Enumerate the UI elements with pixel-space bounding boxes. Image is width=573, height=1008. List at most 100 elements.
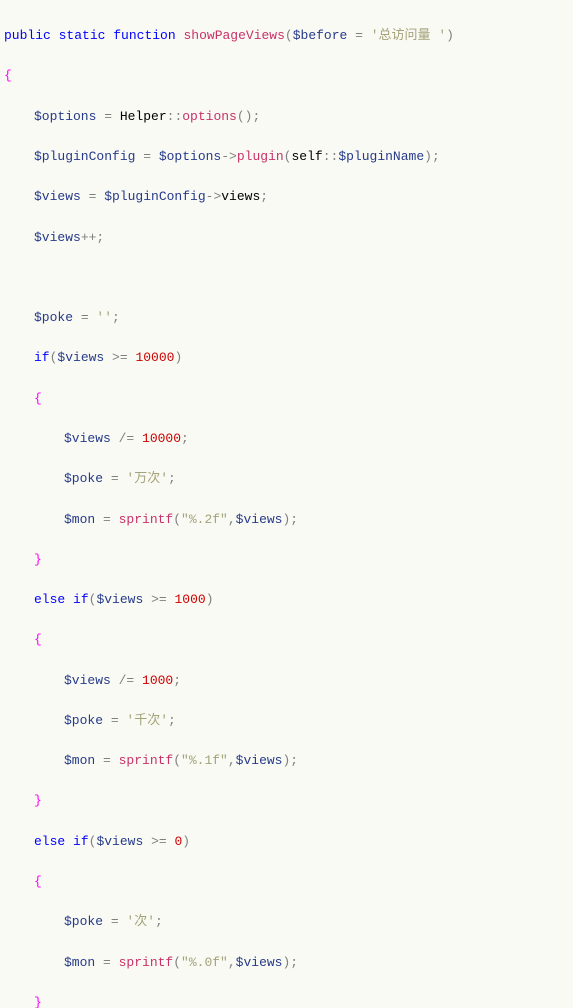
keyword-else: else [34, 834, 65, 849]
code-line: $options = Helper::options(); [4, 107, 569, 127]
brace: { [34, 632, 42, 647]
operator: /= [111, 673, 142, 688]
code-line: else if($views >= 1000) [4, 590, 569, 610]
brace: } [34, 552, 42, 567]
variable: $options [159, 149, 221, 164]
variable: $poke [64, 471, 103, 486]
code-line: public static function showPageViews($be… [4, 26, 569, 46]
code-line: $mon = sprintf("%.1f",$views); [4, 751, 569, 771]
operator: >= [143, 834, 174, 849]
comma: , [228, 955, 236, 970]
paren: ) [446, 28, 454, 43]
operator: -> [221, 149, 237, 164]
brace: { [34, 874, 42, 889]
variable: $views [96, 592, 143, 607]
keyword-if: if [73, 834, 89, 849]
variable: $mon [64, 512, 95, 527]
code-line: $poke = '万次'; [4, 469, 569, 489]
code-line: } [4, 550, 569, 570]
operator: >= [104, 350, 135, 365]
variable: $views [236, 955, 283, 970]
variable: $poke [64, 914, 103, 929]
string: "%.0f" [181, 955, 228, 970]
paren: ) [182, 834, 190, 849]
brace: } [34, 995, 42, 1008]
code-line: { [4, 872, 569, 892]
paren: ) [206, 592, 214, 607]
paren: ( [89, 834, 97, 849]
brace: } [34, 793, 42, 808]
operator: = [95, 955, 118, 970]
number: 1000 [142, 673, 173, 688]
method: plugin [237, 149, 284, 164]
string: '总访问量 ' [371, 28, 446, 43]
paren: ( [89, 592, 97, 607]
operator: = [135, 149, 158, 164]
code-line: if($views >= 10000) [4, 348, 569, 368]
string: '' [96, 310, 112, 325]
variable: $views [34, 189, 81, 204]
operator: = [103, 713, 126, 728]
operator: = [103, 914, 126, 929]
code-line: $poke = '千次'; [4, 711, 569, 731]
keyword-static: static [59, 28, 106, 43]
brace: { [4, 68, 12, 83]
semicolon: ; [155, 914, 163, 929]
operator: = [73, 310, 96, 325]
semicolon: ; [168, 471, 176, 486]
semicolon: ; [181, 431, 189, 446]
code-line-blank [4, 268, 569, 288]
code-line: { [4, 389, 569, 409]
variable: $views [34, 230, 81, 245]
paren: ); [424, 149, 440, 164]
brace: { [34, 391, 42, 406]
variable: $mon [64, 753, 95, 768]
function: sprintf [119, 512, 174, 527]
operator: = [96, 109, 119, 124]
semicolon: ; [173, 673, 181, 688]
code-line: $views /= 1000; [4, 671, 569, 691]
keyword-if: if [34, 350, 50, 365]
function: sprintf [119, 753, 174, 768]
keyword-function: function [113, 28, 175, 43]
operator: :: [167, 109, 183, 124]
string: "%.1f" [181, 753, 228, 768]
code-line: $poke = ''; [4, 308, 569, 328]
operator: -> [206, 189, 222, 204]
keyword-else: else [34, 592, 65, 607]
class: self [291, 149, 322, 164]
variable: $poke [64, 713, 103, 728]
variable: $views [64, 431, 111, 446]
operator: ++; [81, 230, 104, 245]
variable: $poke [34, 310, 73, 325]
operator: /= [111, 431, 142, 446]
property: views [221, 189, 260, 204]
operator: = [95, 512, 118, 527]
variable: $views [236, 512, 283, 527]
comma: , [228, 512, 236, 527]
paren: ( [173, 753, 181, 768]
paren: ( [285, 28, 293, 43]
code-line: $views++; [4, 228, 569, 248]
keyword-if: if [73, 592, 89, 607]
method: options [182, 109, 237, 124]
number: 0 [174, 834, 182, 849]
variable: $views [64, 673, 111, 688]
code-line: $mon = sprintf("%.2f",$views); [4, 510, 569, 530]
code-line: $views = $pluginConfig->views; [4, 187, 569, 207]
paren: ( [173, 955, 181, 970]
semicolon: ; [168, 713, 176, 728]
code-line: } [4, 791, 569, 811]
number: 1000 [174, 592, 205, 607]
string: "%.2f" [181, 512, 228, 527]
variable: $pluginConfig [34, 149, 135, 164]
paren: ( [173, 512, 181, 527]
operator: = [95, 753, 118, 768]
variable: $views [236, 753, 283, 768]
string: '万次' [126, 471, 168, 486]
keyword-public: public [4, 28, 51, 43]
number: 10000 [142, 431, 181, 446]
number: 10000 [135, 350, 174, 365]
code-line: else if($views >= 0) [4, 832, 569, 852]
paren: (); [237, 109, 260, 124]
